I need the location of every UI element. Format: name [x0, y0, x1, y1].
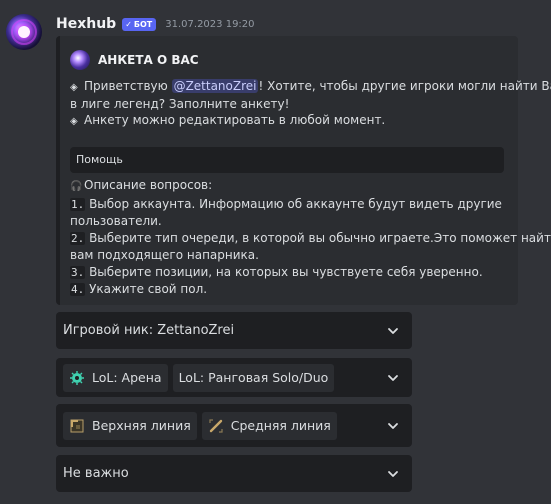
- timestamp: 31.07.2023 19:20: [165, 18, 255, 30]
- question-number: 2.: [70, 231, 86, 245]
- desc-greeting: Приветствую: [84, 79, 172, 93]
- embed-author: АНКЕТА О ВАС: [70, 50, 199, 70]
- bot-tag: ✓ БОТ: [122, 17, 157, 31]
- question-2-text: Выберите тип очереди, в которой вы обычн…: [89, 230, 551, 245]
- question-4-line-1: 4. Укажите свой пол.: [70, 281, 510, 299]
- question-3-line-1: 3. Выберите позиции, на которых вы чувст…: [70, 264, 510, 282]
- desc-line-3: ◈ Анкету можно редактировать в любой моме…: [70, 112, 510, 130]
- embed-author-name: АНКЕТА О ВАС: [98, 53, 199, 67]
- embed-description: ◈ Приветствую @ZettanoZrei! Хотите, чтобы…: [70, 78, 551, 130]
- questions-title: Описание вопросов:: [84, 178, 213, 192]
- author-icon: [70, 50, 90, 70]
- diamond-icon: ◈: [70, 116, 78, 127]
- queue-chip-label: LoL: Ранговая Solo/Duo: [178, 370, 329, 385]
- question-1-line-2: пользователи.: [70, 214, 162, 228]
- arena-icon: [69, 370, 85, 386]
- mid-lane-icon: [208, 418, 224, 434]
- question-number: 1.: [70, 197, 86, 211]
- nickname-value: Игровой ник: ZettanoZrei: [63, 323, 235, 338]
- question-number: 4.: [70, 283, 86, 296]
- queue-chip-ranked[interactable]: LoL: Ранговая Solo/Duo: [172, 363, 335, 392]
- question-3-text: Выберите позиции, на которых вы чувствуе…: [89, 264, 483, 279]
- headset-icon: 🎧: [70, 181, 83, 192]
- questions-title-line: 🎧 Описание вопросов:: [70, 177, 510, 196]
- chevron-down-icon: [388, 327, 398, 334]
- bot-avatar[interactable]: [6, 14, 42, 50]
- chevron-down-icon: [388, 422, 398, 429]
- diamond-icon: ◈: [70, 82, 78, 93]
- question-4-text: Укажите свой пол.: [89, 282, 208, 296]
- message-header: Hexhub ✓ БОТ 31.07.2023 19:20: [56, 14, 255, 34]
- question-1-line-1: 1. Выбор аккаунта. Информацию об аккаунт…: [70, 196, 510, 214]
- position-chip-mid[interactable]: Средняя линия: [201, 411, 337, 440]
- verified-check-icon: ✓: [125, 19, 132, 29]
- questions-list: 🎧 Описание вопросов: 1. Выбор аккаунта. И…: [70, 177, 551, 299]
- desc-line-2: в лиге легенд? Заполните анкету!: [70, 97, 290, 111]
- question-2-line-1: 2. Выберите тип очереди, в которой вы об…: [70, 230, 551, 248]
- position-chip-label: Верхняя линия: [92, 418, 191, 433]
- desc-line-1: ◈ Приветствую @ZettanoZrei! Хотите, чтобы…: [70, 78, 551, 96]
- position-select[interactable]: Верхняя линия Средняя линия: [56, 404, 412, 447]
- avatar-core: [18, 26, 30, 38]
- nickname-select[interactable]: Игровой ник: ZettanoZrei: [56, 312, 412, 349]
- desc-line-1-rest: ! Хотите, чтобы другие игроки могли найт…: [258, 79, 551, 93]
- position-chip-top[interactable]: Верхняя линия: [63, 411, 197, 440]
- help-block: Помощь: [70, 147, 504, 173]
- question-number: 3.: [70, 265, 86, 279]
- embed: АНКЕТА О ВАС ◈ Приветствую @ZettanoZrei! …: [56, 36, 551, 305]
- gender-value: Не важно: [63, 466, 129, 481]
- question-1-text: Выбор аккаунта. Информацию об аккаунте б…: [89, 196, 502, 211]
- gender-select[interactable]: Не важно: [56, 455, 412, 492]
- question-2-line-2: вам подходящего напарника.: [70, 248, 259, 262]
- top-lane-icon: [69, 418, 85, 434]
- position-chip-label: Средняя линия: [230, 418, 331, 433]
- chevron-down-icon: [388, 470, 398, 477]
- desc-edit-note: Анкету можно редактировать в любой момен…: [84, 113, 386, 127]
- user-mention[interactable]: @ZettanoZrei: [171, 79, 259, 93]
- queue-select[interactable]: LoL: Арена LoL: Ранговая Solo/Duo: [56, 358, 412, 397]
- queue-chip-label: LoL: Арена: [92, 370, 162, 385]
- username[interactable]: Hexhub: [56, 16, 116, 32]
- bot-tag-label: БОТ: [133, 19, 153, 29]
- chevron-down-icon: [388, 374, 398, 381]
- queue-chip-arena[interactable]: LoL: Арена: [63, 363, 168, 392]
